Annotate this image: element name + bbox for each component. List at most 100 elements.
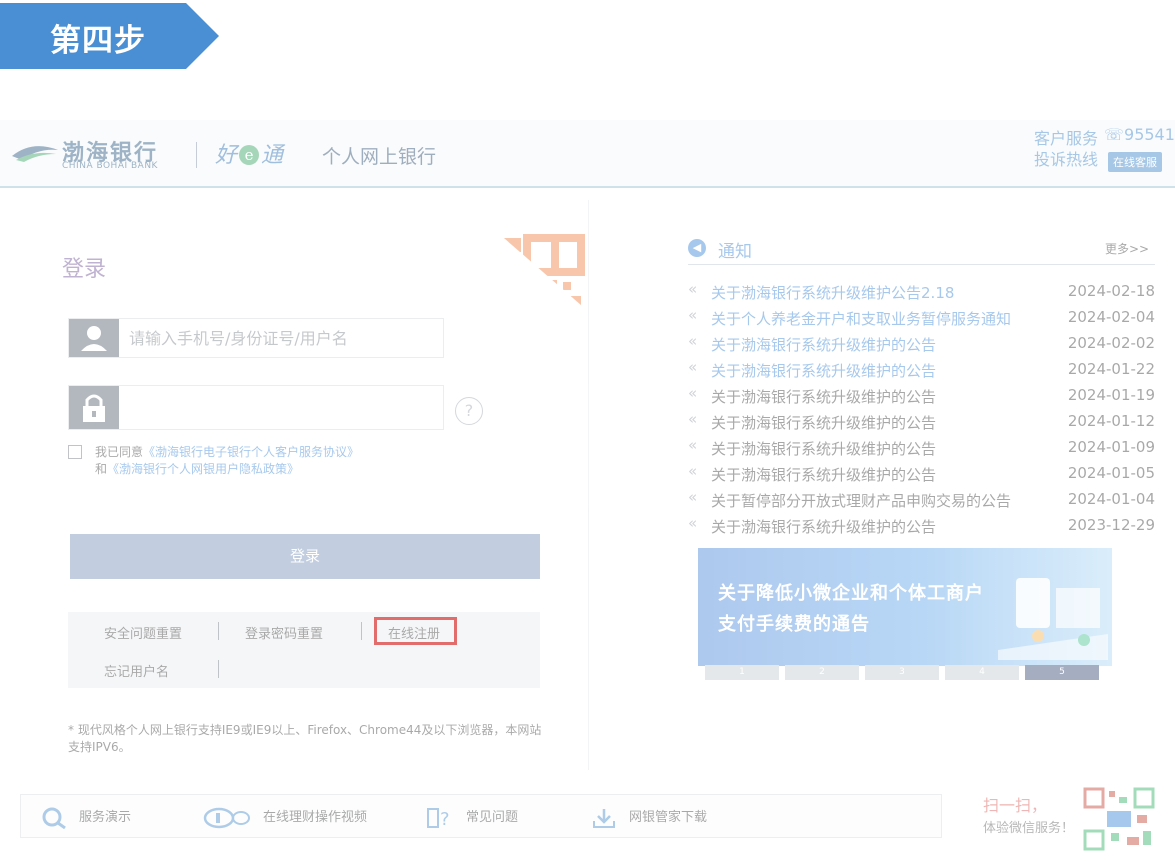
wechat-qr-code-icon	[1083, 787, 1155, 851]
promo-page-2[interactable]: 2	[785, 665, 859, 680]
news-title[interactable]: 关于渤海银行系统升级维护的公告	[711, 334, 936, 355]
site-subtitle: 个人网上银行	[322, 146, 437, 168]
news-title[interactable]: 关于暂停部分开放式理财产品申购交易的公告	[711, 490, 1011, 511]
agree-and: 和	[95, 462, 108, 476]
news-date: 2024-02-04	[1067, 308, 1155, 326]
service-demo-label: 服务演示	[79, 810, 132, 825]
notices-divider	[688, 264, 1155, 265]
agree-checkbox[interactable]	[68, 445, 82, 459]
news-title[interactable]: 关于渤海银行系统升级维护公告2.18	[711, 282, 954, 303]
double-chevron-icon: «	[688, 514, 698, 532]
username-field[interactable]	[68, 318, 444, 358]
password-field[interactable]	[68, 385, 444, 430]
double-chevron-icon: «	[688, 332, 698, 350]
promo-page-3[interactable]: 3	[865, 665, 939, 680]
video-tutorial-link[interactable]: 在线理财操作视频	[203, 806, 367, 829]
double-chevron-icon: «	[688, 462, 698, 480]
hotline-labels: 客户服务 投诉热线	[1034, 128, 1098, 170]
news-date: 2024-01-22	[1067, 360, 1155, 378]
news-item[interactable]: « 关于渤海银行系统升级维护的公告 2024-01-22	[688, 358, 1155, 384]
bank-login-page: 渤海银行 CHINA BOHAI BANK 好e通 个人网上银行 客户服务 投诉…	[0, 120, 1175, 861]
question-book-icon: ?	[427, 807, 450, 829]
promo-line1: 关于降低小微企业和个体工商户	[718, 583, 984, 604]
link-divider	[218, 622, 219, 640]
help-icon[interactable]: ?	[455, 397, 483, 425]
double-chevron-icon: «	[688, 280, 698, 298]
password-input[interactable]	[129, 396, 429, 418]
notices-more-link[interactable]: 更多>>	[1105, 240, 1149, 257]
security-question-reset-link[interactable]: 安全问题重置	[104, 623, 182, 642]
login-button[interactable]: 登录	[70, 534, 540, 579]
arrow-left-circle-icon: ◀	[688, 239, 706, 257]
register-highlight-box	[374, 617, 457, 645]
password-reset-link[interactable]: 登录密码重置	[245, 623, 323, 642]
forgot-username-link[interactable]: 忘记用户名	[104, 661, 169, 680]
online-service-button[interactable]: 在线客服	[1108, 152, 1162, 172]
news-item[interactable]: « 关于暂停部分开放式理财产品申购交易的公告 2024-01-04	[688, 488, 1155, 514]
video-icon	[203, 807, 250, 828]
magnifier-icon	[42, 807, 66, 829]
top-header: 渤海银行 CHINA BOHAI BANK 好e通 个人网上银行 客户服务 投诉…	[0, 120, 1175, 188]
news-item[interactable]: « 关于渤海银行系统升级维护的公告 2024-01-12	[688, 410, 1155, 436]
news-title[interactable]: 关于渤海银行系统升级维护的公告	[711, 516, 936, 537]
news-title[interactable]: 关于渤海银行系统升级维护的公告	[711, 464, 936, 485]
faq-link[interactable]: ? 常见问题	[426, 806, 518, 829]
news-date: 2024-01-19	[1067, 386, 1155, 404]
promo-illustration-icon	[998, 578, 1108, 660]
promo-page-4[interactable]: 4	[945, 665, 1019, 680]
news-item[interactable]: « 关于渤海银行系统升级维护的公告 2024-01-09	[688, 436, 1155, 462]
brand-part-a: 好	[215, 143, 238, 168]
hotline-number: ☏95541	[1104, 125, 1175, 144]
double-chevron-icon: «	[688, 436, 698, 454]
news-item[interactable]: « 关于渤海银行系统升级维护的公告 2024-01-19	[688, 384, 1155, 410]
brand-part-b: 通	[261, 143, 284, 168]
wechat-scan-subtitle: 体验微信服务！	[983, 821, 1075, 836]
promo-banner[interactable]: 关于降低小微企业和个体工商户 支付手续费的通告	[698, 548, 1112, 666]
logo-divider	[196, 142, 197, 168]
news-item[interactable]: « 关于渤海银行系统升级维护的公告 2024-01-05	[688, 462, 1155, 488]
agree-text-line1: 我已同意《渤海银行电子银行个人客户服务协议》	[95, 443, 359, 460]
promo-page-1[interactable]: 1	[705, 665, 779, 680]
news-item[interactable]: « 关于渤海银行系统升级维护公告2.18 2024-02-18	[688, 280, 1155, 306]
news-title[interactable]: 关于渤海银行系统升级维护的公告	[711, 438, 936, 459]
brand-e-icon: e	[239, 145, 260, 165]
service-demo-link[interactable]: 服务演示	[41, 806, 131, 829]
news-date: 2024-02-18	[1067, 282, 1155, 300]
privacy-policy-link[interactable]: 《渤海银行个人网银用户隐私政策》	[107, 462, 299, 476]
step-banner: 第四步	[0, 3, 219, 69]
double-chevron-icon: «	[688, 410, 698, 428]
bank-name-en: CHINA BOHAI BANK	[62, 161, 158, 171]
news-title[interactable]: 关于渤海银行系统升级维护的公告	[711, 386, 936, 407]
brand-logo: 好e通	[215, 137, 283, 169]
download-link[interactable]: 网银管家下载	[591, 806, 707, 829]
news-item[interactable]: « 关于个人养老金开户和支取业务暂停服务通知 2024-02-04	[688, 306, 1155, 332]
promo-pager: 12345	[705, 665, 1099, 680]
promo-text: 关于降低小微企业和个体工商户 支付手续费的通告	[718, 578, 984, 640]
lock-icon	[69, 386, 119, 429]
news-title[interactable]: 关于渤海银行系统升级维护的公告	[711, 360, 936, 381]
user-icon	[69, 319, 119, 357]
news-item[interactable]: « 关于渤海银行系统升级维护的公告 2023-12-29	[688, 514, 1155, 540]
login-title: 登录	[62, 257, 107, 282]
qr-login-toggle-icon[interactable]	[497, 232, 589, 312]
agree-prefix: 我已同意	[95, 445, 144, 459]
promo-page-5[interactable]: 5	[1025, 665, 1099, 680]
link-divider	[361, 622, 362, 640]
news-item[interactable]: « 关于渤海银行系统升级维护的公告 2024-02-02	[688, 332, 1155, 358]
service-agreement-link[interactable]: 《渤海银行电子银行个人客户服务协议》	[143, 445, 359, 459]
hotline-label-service: 客户服务	[1034, 129, 1099, 148]
step-label: 第四步	[50, 23, 146, 59]
news-date: 2024-01-09	[1067, 438, 1155, 456]
agree-text-line2: 和《渤海银行个人网银用户隐私政策》	[95, 460, 299, 477]
username-input[interactable]	[129, 327, 429, 349]
bottom-toolbar: 服务演示 在线理财操作视频 ? 常见问题 网银管家下载	[20, 794, 942, 838]
news-title[interactable]: 关于渤海银行系统升级维护的公告	[711, 412, 936, 433]
double-chevron-icon: «	[688, 306, 698, 324]
double-chevron-icon: «	[688, 358, 698, 376]
svg-text:?: ?	[440, 809, 450, 829]
link-divider	[218, 660, 219, 678]
double-chevron-icon: «	[688, 488, 698, 506]
video-tutorial-label: 在线理财操作视频	[263, 810, 368, 825]
download-icon	[593, 808, 615, 828]
news-title[interactable]: 关于个人养老金开户和支取业务暂停服务通知	[711, 308, 1011, 329]
